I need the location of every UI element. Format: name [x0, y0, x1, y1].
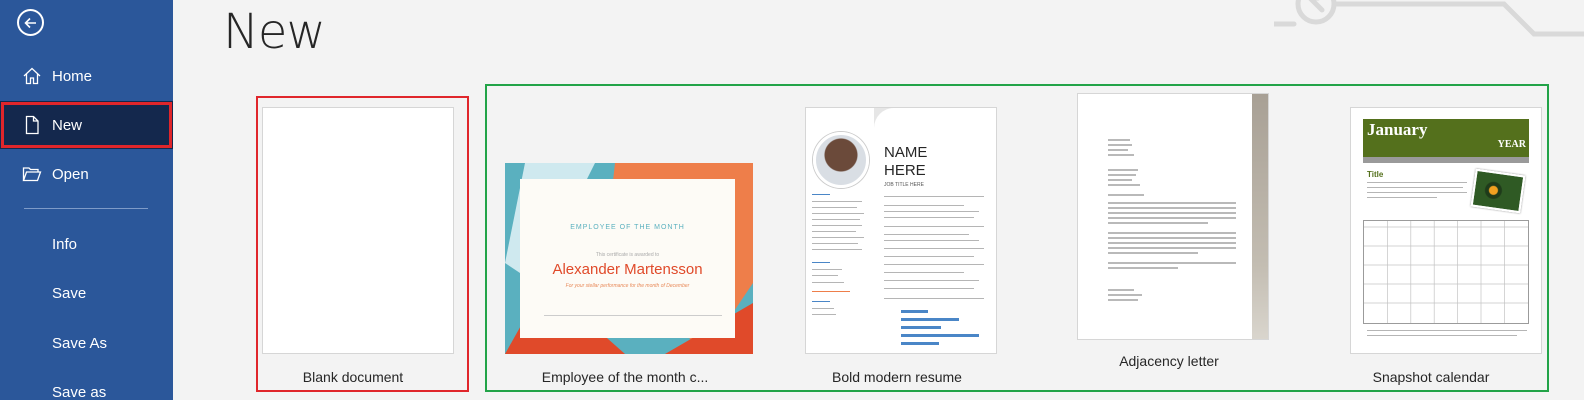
template-caption: Snapshot calendar: [1372, 369, 1490, 385]
nav-new-label: New: [52, 116, 83, 134]
blank-document-thumbnail: [262, 107, 454, 354]
home-icon: [23, 67, 41, 85]
nav-save-as-label: Save As: [52, 334, 108, 352]
back-button[interactable]: [17, 9, 44, 36]
sidebar-divider: [24, 208, 148, 209]
letter-side-strip: [1252, 94, 1268, 339]
nav-open[interactable]: Open: [0, 150, 173, 198]
new-document-icon: [25, 115, 39, 135]
nav-info[interactable]: Info: [0, 220, 173, 268]
nav-save[interactable]: Save: [0, 269, 173, 317]
certificate-name: Alexander Martensson: [552, 261, 703, 278]
resume-photo: [813, 132, 869, 188]
template-caption: Employee of the month c...: [541, 369, 709, 385]
open-folder-icon: [22, 167, 42, 182]
template-caption: Blank document: [302, 369, 404, 385]
nav-save-label: Save: [52, 284, 87, 302]
nav-save-as[interactable]: Save As: [0, 319, 173, 367]
nav-open-label: Open: [52, 165, 89, 183]
nav-home-label: Home: [52, 67, 93, 85]
nav-home[interactable]: Home: [0, 52, 173, 100]
certificate-subheading: This certificate is awarded to: [595, 252, 660, 258]
nav-new[interactable]: New: [0, 101, 173, 149]
resume-job-title: JOB TITLE HERE: [884, 182, 924, 188]
resume-name: NAME HERE: [884, 144, 928, 179]
back-arrow-icon: [23, 17, 36, 28]
nav-info-label: Info: [52, 235, 78, 253]
calendar-month: January: [1367, 120, 1428, 139]
calendar-thumbnail: January YEAR Title: [1350, 107, 1542, 354]
calendar-grid: [1363, 220, 1529, 324]
nav-save-as-adobe-label: Save as: [52, 383, 107, 400]
page-title: New: [223, 4, 326, 60]
calendar-year: YEAR: [1497, 139, 1526, 150]
background-circuit-decoration: [1274, 0, 1584, 37]
resume-thumbnail: NAME HERE JOB TITLE HERE: [805, 107, 997, 354]
certificate-card: EMPLOYEE OF THE MONTH This certificate i…: [520, 179, 735, 338]
certificate-heading: EMPLOYEE OF THE MONTH: [570, 224, 685, 231]
template-caption: Adjacency letter: [1119, 353, 1219, 369]
calendar-title: Title: [1367, 170, 1384, 179]
template-adjacency-letter[interactable]: Adjacency letter: [1077, 93, 1269, 373]
template-employee-of-the-month[interactable]: EMPLOYEE OF THE MONTH This certificate i…: [505, 163, 753, 388]
certificate-thumbnail: EMPLOYEE OF THE MONTH This certificate i…: [505, 163, 753, 354]
template-caption: Bold modern resume: [832, 369, 962, 385]
nav-save-as-adobe[interactable]: Save as: [0, 368, 173, 400]
template-snapshot-calendar[interactable]: January YEAR Title Snapshot calendar: [1350, 107, 1542, 387]
calendar-photo: [1470, 168, 1526, 214]
template-bold-modern-resume[interactable]: NAME HERE JOB TITLE HERE Bold modern res…: [805, 107, 997, 387]
backstage-sidebar: Home New Open Info Save Save As Save as: [0, 0, 173, 400]
letter-thumbnail: [1077, 93, 1269, 340]
template-blank-document[interactable]: Blank document: [262, 107, 454, 387]
calendar-header: January YEAR: [1363, 119, 1529, 157]
certificate-note: For your stellar performance for the mon…: [565, 283, 690, 289]
